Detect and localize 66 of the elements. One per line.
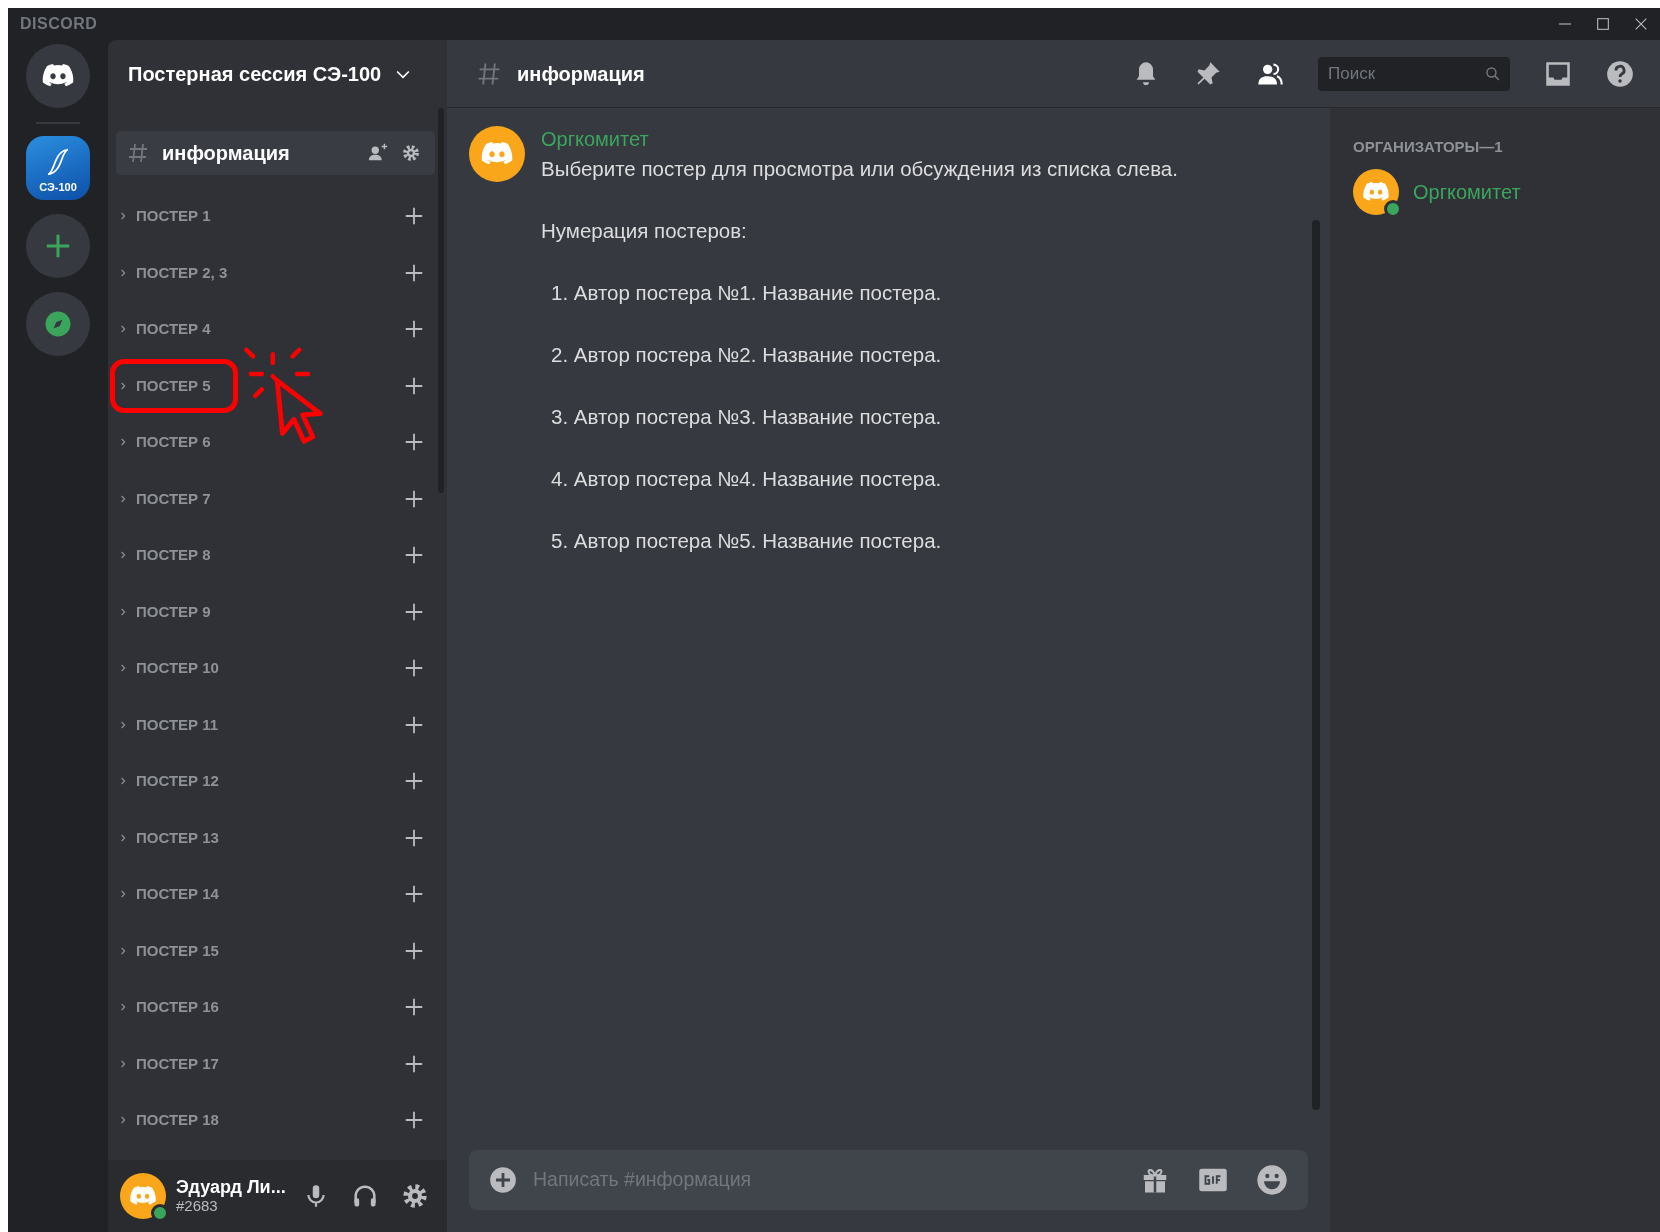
category-toggle[interactable]: ПОСТЕР 16 <box>116 996 219 1019</box>
message-author: Оргкомитет <box>541 127 650 152</box>
chevron-right-icon <box>119 606 128 617</box>
category-toggle[interactable]: ПОСТЕР 13 <box>116 826 219 849</box>
chevron-right-icon <box>119 1058 128 1069</box>
server-button[interactable]: СЭ-100 <box>26 136 90 200</box>
chevron-right-icon <box>119 945 128 956</box>
search-input[interactable]: Поиск <box>1326 59 1485 88</box>
channel-title: информация <box>517 61 645 87</box>
chevron-right-icon <box>119 832 128 843</box>
app-wordmark: DISCORD <box>20 14 98 34</box>
channel-item[interactable]: информация <box>116 131 435 175</box>
chevron-right-icon <box>119 380 128 391</box>
user-name: Эдуард Ли... <box>176 1177 286 1198</box>
hash-icon <box>126 141 150 165</box>
chevron-right-icon <box>119 550 128 561</box>
category-toggle[interactable]: ПОСТЕР 9 <box>116 600 211 623</box>
category-toggle[interactable]: ПОСТЕР 15 <box>116 939 219 962</box>
upload-button[interactable] <box>489 1166 517 1194</box>
smiley-icon <box>1256 1164 1288 1196</box>
chevron-right-icon <box>119 776 128 787</box>
settings-icon <box>401 143 421 163</box>
chevron-right-icon <box>119 1002 128 1013</box>
category-toggle[interactable]: ПОСТЕР 5 <box>116 374 211 397</box>
user-tag: #2683 <box>176 1197 286 1215</box>
message-text: Нумерация постеров: <box>541 218 748 244</box>
member-item[interactable]: Оргкомитет <box>1353 168 1521 215</box>
category-toggle[interactable]: ПОСТЕР 14 <box>116 883 219 906</box>
maximize-icon <box>1595 16 1611 32</box>
category-toggle[interactable]: ПОСТЕР 12 <box>116 770 219 793</box>
member-group-heading: ОРГАНИЗАТОРЫ—1 <box>1353 137 1504 157</box>
server-name-button[interactable]: Постерная сессия СЭ-100 <box>108 40 447 108</box>
list-item-text: 1. Автор постера №1. Название постера. <box>550 280 943 306</box>
message-text: Выберите постер для просмотра или обсуждения из списка слева. <box>541 156 1178 182</box>
chevron-right-icon <box>119 324 128 335</box>
minimize-icon <box>1557 23 1573 25</box>
category-toggle[interactable]: ПОСТЕР 8 <box>116 544 211 567</box>
chevron-right-icon <box>119 663 128 674</box>
search-field[interactable]: Поиск <box>1318 56 1510 91</box>
category-toggle[interactable]: ПОСТЕР 4 <box>116 318 211 341</box>
category-toggle[interactable]: ПОСТЕР 10 <box>116 657 219 680</box>
category-toggle[interactable]: ПОСТЕР 11 <box>116 713 219 736</box>
category-toggle[interactable]: ПОСТЕР 17 <box>116 1052 219 1075</box>
chevron-right-icon <box>119 493 128 504</box>
compass-icon <box>43 309 73 339</box>
category-toggle[interactable]: ПОСТЕР 1 <box>116 205 211 228</box>
list-item-text: 4. Автор постера №4. Название постера. <box>550 466 943 492</box>
chevron-right-icon <box>119 889 128 900</box>
list-item-text: 3. Автор постера №3. Название постера. <box>550 404 943 430</box>
inbox-icon <box>1544 59 1572 88</box>
chevron-right-icon <box>119 211 128 222</box>
chevron-right-icon <box>119 267 128 278</box>
plus-circle-icon <box>489 1166 517 1194</box>
category-toggle[interactable]: ПОСТЕР 18 <box>116 1109 219 1132</box>
category-toggle[interactable]: ПОСТЕР 2, 3 <box>116 261 228 284</box>
category-toggle[interactable]: ПОСТЕР 6 <box>116 431 211 454</box>
category-toggle[interactable]: ПОСТЕР 7 <box>116 487 211 510</box>
chevron-right-icon <box>119 437 128 448</box>
headphones-icon <box>351 1182 379 1210</box>
close-icon <box>1633 16 1649 32</box>
list-item-text: 5. Автор постера №5. Название постера. <box>550 528 943 554</box>
chevron-right-icon <box>119 1115 128 1126</box>
list-item-text: 2. Автор постера №2. Название постера. <box>550 342 943 368</box>
settings-icon <box>401 1182 429 1210</box>
chevron-right-icon <box>119 719 128 730</box>
help-icon <box>1606 59 1634 88</box>
